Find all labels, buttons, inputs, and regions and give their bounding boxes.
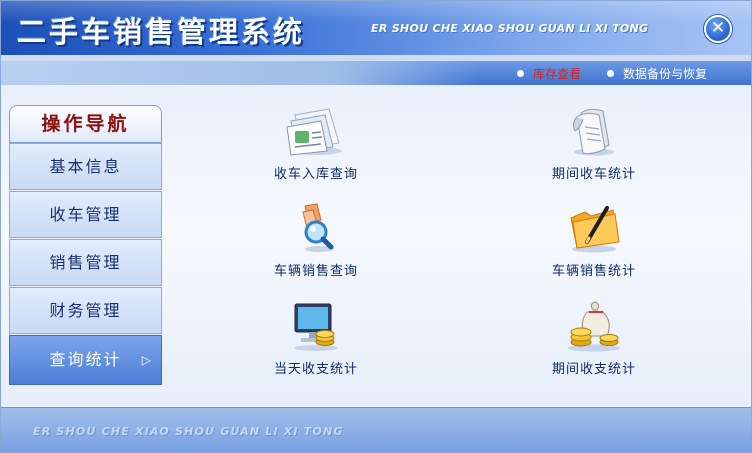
footer-text: ER SHOU CHE XIAO SHOU GUAN LI XI TONG (33, 425, 344, 438)
scroll-icon (572, 108, 614, 156)
main-panel: 操作导航 基本信息 收车管理 销售管理 财务管理 查询统计 ▷ 收车入库查询 期… (1, 85, 751, 407)
close-button[interactable]: ✕ (704, 15, 732, 43)
sidebar-item-basic-info[interactable]: 基本信息 (9, 143, 162, 190)
tile-period-income-expense-stats[interactable]: 期间收支统计 (509, 300, 679, 380)
monitor-coins-icon (294, 303, 338, 351)
sidebar-item-query-statistics[interactable]: 查询统计 ▷ (9, 335, 162, 385)
sidebar-item-label: 销售管理 (49, 253, 122, 272)
coins-bag-icon (568, 301, 620, 352)
tile-label: 车辆销售查询 (273, 264, 358, 279)
tile-vehicle-sales-query[interactable]: 车辆销售查询 (231, 202, 401, 282)
quick-link-bar-fade (1, 61, 481, 85)
tile-vehicle-sales-stats[interactable]: 车辆销售统计 (509, 202, 679, 282)
app-subtitle: ER SHOU CHE XIAO SHOU GUAN LI XI TONG (371, 22, 649, 35)
sidebar-item-label: 财务管理 (49, 301, 122, 320)
bullet-icon (517, 70, 524, 77)
bullet-icon (607, 70, 614, 77)
app-window: 二手车销售管理系统 ER SHOU CHE XIAO SHOU GUAN LI … (0, 0, 752, 453)
tile-label: 当天收支统计 (273, 362, 358, 377)
app-title: 二手车销售管理系统 (17, 15, 306, 49)
tile-label: 期间收支统计 (551, 362, 636, 377)
tile-label: 收车入库查询 (273, 167, 358, 182)
tile-daily-income-expense-stats[interactable]: 当天收支统计 (231, 300, 401, 380)
sidebar-item-label: 收车管理 (49, 205, 122, 224)
title-bar: 二手车销售管理系统 ER SHOU CHE XIAO SHOU GUAN LI … (1, 1, 751, 55)
sidebar-item-sales-management[interactable]: 销售管理 (9, 239, 162, 286)
sidebar-title: 操作导航 (9, 105, 162, 143)
sidebar-item-label: 查询统计 (49, 350, 122, 369)
sidebar-item-label: 基本信息 (49, 157, 122, 176)
sidebar: 操作导航 基本信息 收车管理 销售管理 财务管理 查询统计 ▷ (9, 105, 162, 385)
triangle-right-icon: ▷ (141, 353, 153, 367)
quick-link-backup-label: 数据备份与恢复 (623, 67, 708, 81)
tile-period-purchase-stats[interactable]: 期间收车统计 (509, 105, 679, 185)
folder-pen-icon (570, 206, 620, 253)
tile-label: 期间收车统计 (551, 167, 636, 182)
footer: ER SHOU CHE XIAO SHOU GUAN LI XI TONG (1, 407, 751, 452)
quick-link-bar: 库存查看 数据备份与恢复 (1, 61, 751, 85)
tile-label: 车辆销售统计 (551, 264, 636, 279)
close-icon: ✕ (710, 18, 726, 38)
sidebar-item-finance-management[interactable]: 财务管理 (9, 287, 162, 334)
quick-link-backup[interactable]: 数据备份与恢复 (607, 65, 707, 82)
magnifier-icon (302, 203, 334, 252)
quick-link-stock[interactable]: 库存查看 (517, 65, 581, 82)
document-stack-icon (286, 108, 342, 156)
quick-link-stock-label: 库存查看 (533, 67, 582, 81)
sidebar-item-purchase-management[interactable]: 收车管理 (9, 191, 162, 238)
tile-purchase-inbound-query[interactable]: 收车入库查询 (231, 105, 401, 185)
